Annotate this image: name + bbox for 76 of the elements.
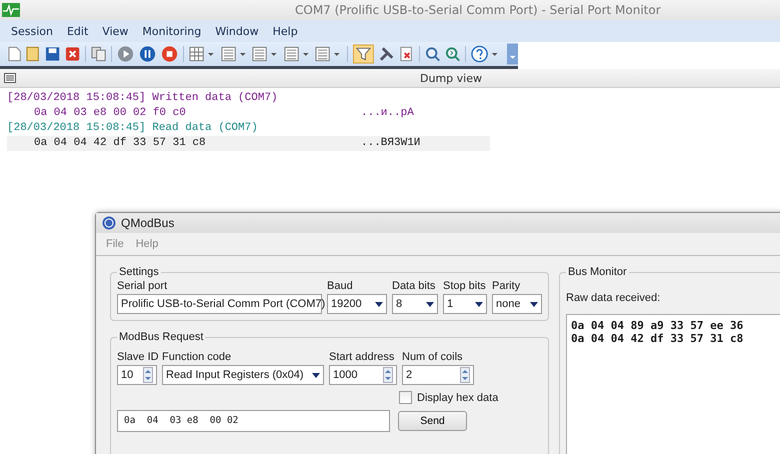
spin-arrows-icon[interactable] [460, 367, 470, 383]
field-label: Function code [162, 351, 232, 363]
dropdown[interactable]: 19200 [327, 294, 387, 314]
menu-item[interactable]: Edit [66, 24, 88, 38]
list-dropdown-icon[interactable] [220, 46, 248, 62]
dump-header: [28/03/2018 15:08:45] Written data (COM7) [7, 91, 279, 106]
spin-box[interactable]: 10 [117, 365, 157, 385]
window-title: QModBus [121, 216, 174, 230]
group-title: Settings [118, 266, 160, 278]
panel-menu-icon[interactable] [4, 73, 16, 83]
list-dropdown-icon[interactable] [315, 46, 342, 62]
dropdown[interactable]: 1 [443, 294, 487, 314]
caret-icon [530, 302, 538, 306]
list-dropdown-icon[interactable] [284, 46, 310, 62]
filter-icon[interactable] [352, 44, 374, 64]
send-button[interactable]: Send [398, 411, 467, 431]
menu-item[interactable]: Help [272, 24, 298, 38]
app-logo-icon [102, 216, 116, 230]
field-label: Num of coils [402, 351, 464, 363]
spin-arrows-icon[interactable] [143, 367, 153, 383]
toolbar-overflow-icon[interactable] [506, 43, 518, 65]
field-label: Stop bits [443, 280, 487, 292]
checkbox[interactable] [399, 391, 412, 404]
field-label: Data bits [392, 280, 436, 292]
hex-data: 0a 04 04 42 df 33 57 31 c8 [34, 136, 207, 151]
pause-icon[interactable] [139, 45, 156, 63]
checkbox-label: Display hex data [417, 392, 498, 404]
spin-arrows-icon[interactable] [383, 367, 393, 383]
field-label: Parity [492, 280, 522, 292]
search-next-icon[interactable] [445, 46, 460, 62]
menu-item[interactable]: View [102, 24, 128, 38]
play-icon[interactable] [116, 45, 134, 63]
menu-item[interactable]: Window [215, 24, 259, 38]
dump-row[interactable]: 0a 04 03 e8 00 02 f0 c0 ...и..pА [7, 106, 490, 121]
caret-icon [475, 302, 483, 306]
field-label: Baud [327, 280, 354, 292]
spin-box[interactable]: 1000 [329, 365, 397, 385]
copy-icon[interactable] [90, 46, 106, 62]
delete-document-icon[interactable] [398, 46, 414, 62]
ascii-data: ...BЯ3W1И [361, 136, 420, 151]
caret-icon [312, 372, 320, 378]
group-title: ModBus Request [118, 331, 204, 343]
raw-data-line: 0a 04 04 89 a9 33 57 ee 36 [571, 319, 744, 332]
stop-icon[interactable] [161, 45, 178, 63]
menu-item[interactable]: Session [11, 24, 53, 38]
field-label: Slave ID [117, 351, 157, 363]
search-icon[interactable] [424, 46, 440, 62]
field-label: Raw data received: [566, 292, 662, 304]
document-icon[interactable] [26, 46, 40, 62]
ascii-data: ...и..pА [361, 106, 414, 121]
dump-row[interactable]: 0a 04 04 42 df 33 57 31 c8 ...BЯ3W1И [7, 136, 490, 151]
window-title: COM7 (Prolific USB-to-Serial Comm Port) - Serial Port Monitor [295, 3, 661, 17]
field-label: Start address [329, 351, 396, 363]
dump-header: [28/03/2018 15:08:45] Read data (COM7) [7, 121, 259, 136]
group-title: Bus Monitor [567, 266, 628, 278]
grid-dropdown-icon[interactable] [189, 46, 216, 62]
field-label: Serial port [117, 280, 168, 292]
raw-data-line: 0a 04 04 42 df 33 57 31 c8 [571, 332, 744, 345]
dropdown[interactable]: none [492, 294, 542, 314]
request-field[interactable]: 0a 04 03 e8 00 02 [117, 410, 390, 432]
new-document-icon[interactable] [8, 46, 22, 62]
dropdown[interactable]: 8 [392, 294, 438, 314]
caret-icon [426, 302, 434, 306]
dropdown[interactable]: Read Input Registers (0x04) [162, 365, 324, 385]
dropdown[interactable]: Prolific USB-to-Serial Comm Port (COM7) [117, 294, 322, 314]
save-icon[interactable] [44, 46, 60, 62]
help-dropdown-icon[interactable] [471, 45, 500, 63]
waveform-icon [2, 3, 20, 17]
menu-item[interactable]: Monitoring [142, 24, 202, 38]
tools-icon[interactable] [378, 46, 394, 62]
list-dropdown-icon[interactable] [252, 46, 279, 62]
panel-title: Dump view [420, 72, 482, 84]
caret-icon [375, 302, 383, 306]
close-icon[interactable] [64, 46, 80, 62]
spin-box[interactable]: 2 [402, 365, 474, 385]
hex-data: 0a 04 03 e8 00 02 f0 c0 [34, 106, 187, 121]
